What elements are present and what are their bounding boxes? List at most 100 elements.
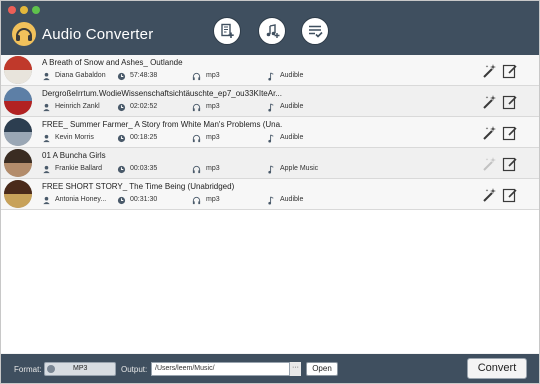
minimize-window-button[interactable] [20, 6, 28, 14]
track-title: FREE SHORT STORY_ The Time Being (Unabri… [42, 182, 235, 191]
track-source: Audible [280, 103, 304, 110]
app-window: Audio Converter A Breath of Snow and Ash… [0, 0, 540, 384]
app-title: Audio Converter [42, 26, 154, 43]
checklist-icon [309, 25, 323, 38]
cover-thumbnail [4, 118, 32, 146]
magic-wand-edit-icon[interactable] [481, 63, 497, 79]
track-title: DergroßeIrrtum.WodieWissenschaftsichtäus… [42, 89, 282, 98]
edit-note-icon[interactable] [502, 125, 518, 141]
cover-thumbnail [4, 56, 32, 84]
output-label: Output: [121, 365, 148, 374]
format-dot-icon [47, 365, 55, 373]
magic-wand-edit-icon[interactable] [481, 125, 497, 141]
track-author: Diana Gabaldon [55, 72, 106, 79]
convert-button[interactable]: Convert [467, 358, 527, 379]
format-label: Format: [14, 365, 42, 374]
track-row[interactable]: FREE_ Summer Farmer_ A Story from White … [1, 117, 539, 148]
track-row[interactable]: DergroßeIrrtum.WodieWissenschaftsichtäus… [1, 86, 539, 117]
edit-note-icon[interactable] [502, 63, 518, 79]
cover-bottom [4, 194, 32, 208]
person-icon [43, 134, 50, 143]
cover-bottom [4, 132, 32, 146]
cover-bottom [4, 101, 32, 115]
clock-icon [117, 103, 126, 112]
browse-button[interactable]: ··· [289, 362, 301, 376]
track-title: FREE_ Summer Farmer_ A Story from White … [42, 120, 282, 129]
track-row[interactable]: A Breath of Snow and Ashes_ Outlande Dia… [1, 55, 539, 86]
track-author: Frankie Ballard [55, 165, 103, 172]
magic-wand-edit-icon[interactable] [481, 187, 497, 203]
cover-top [4, 180, 32, 194]
track-duration: 02:02:52 [130, 103, 158, 110]
output-path-field[interactable]: /Users/leem/Music/ [151, 362, 298, 376]
track-source: Audible [280, 72, 304, 79]
edit-note-icon[interactable] [502, 156, 518, 172]
track-row[interactable]: FREE SHORT STORY_ The Time Being (Unabri… [1, 179, 539, 210]
headphones-icon [192, 196, 201, 205]
track-author: Heinrich Zankl [55, 103, 100, 110]
track-format: mp3 [206, 196, 220, 203]
headphones-icon [192, 72, 201, 81]
track-list: A Breath of Snow and Ashes_ Outlande Dia… [1, 55, 539, 353]
output-path: /Users/leem/Music/ [155, 365, 215, 372]
track-format: mp3 [206, 72, 220, 79]
edit-note-icon[interactable] [502, 94, 518, 110]
magic-wand-edit-icon[interactable] [481, 94, 497, 110]
person-icon [43, 196, 50, 205]
zoom-window-button[interactable] [32, 6, 40, 14]
headphones-icon [12, 22, 36, 46]
edit-note-icon[interactable] [502, 187, 518, 203]
music-note-icon [268, 103, 274, 112]
cover-bottom [4, 70, 32, 84]
track-duration: 00:03:35 [130, 165, 158, 172]
cover-top [4, 56, 32, 70]
track-title: A Breath of Snow and Ashes_ Outlande [42, 58, 183, 67]
headphones-icon [192, 103, 201, 112]
clock-icon [117, 134, 126, 143]
music-note-icon [268, 165, 274, 174]
clock-icon [117, 196, 126, 205]
open-button[interactable]: Open [306, 362, 338, 376]
track-duration: 00:31:30 [130, 196, 158, 203]
cover-thumbnail [4, 180, 32, 208]
cover-thumbnail [4, 149, 32, 177]
track-source: Apple Music [280, 165, 319, 172]
music-note-icon [268, 72, 274, 81]
close-window-button[interactable] [8, 6, 16, 14]
track-format: mp3 [206, 134, 220, 141]
track-source: Audible [280, 134, 304, 141]
cover-bottom [4, 163, 32, 177]
format-value: MP3 [73, 365, 88, 372]
format-select[interactable]: MP3 [44, 362, 116, 376]
track-duration: 00:18:25 [130, 134, 158, 141]
clock-icon [117, 165, 126, 174]
track-format: mp3 [206, 165, 220, 172]
music-note-icon [268, 134, 274, 143]
person-icon [43, 72, 50, 81]
add-files-button[interactable] [213, 17, 241, 45]
bottom-bar: Format: MP3 Output: /Users/leem/Music/ ·… [1, 354, 539, 383]
add-document-icon [221, 23, 234, 38]
cover-top [4, 149, 32, 163]
track-format: mp3 [206, 103, 220, 110]
cover-top [4, 118, 32, 132]
track-source: Audible [280, 196, 304, 203]
add-music-icon [266, 24, 280, 38]
track-title: 01 A Buncha Girls [42, 151, 106, 160]
person-icon [43, 165, 50, 174]
cover-thumbnail [4, 87, 32, 115]
track-author: Antonia Honey... [55, 196, 107, 203]
converted-list-button[interactable] [301, 17, 329, 45]
headphones-icon [192, 165, 201, 174]
track-row[interactable]: 01 A Buncha Girls Frankie Ballard 00:03:… [1, 148, 539, 179]
magic-wand-edit-icon[interactable] [481, 156, 497, 172]
add-music-button[interactable] [258, 17, 286, 45]
track-author: Kevin Morris [55, 134, 94, 141]
headphones-icon [192, 134, 201, 143]
cover-top [4, 87, 32, 101]
clock-icon [117, 72, 126, 81]
toolbar: Audio Converter [1, 1, 539, 55]
person-icon [43, 103, 50, 112]
track-duration: 57:48:38 [130, 72, 158, 79]
music-note-icon [268, 196, 274, 205]
